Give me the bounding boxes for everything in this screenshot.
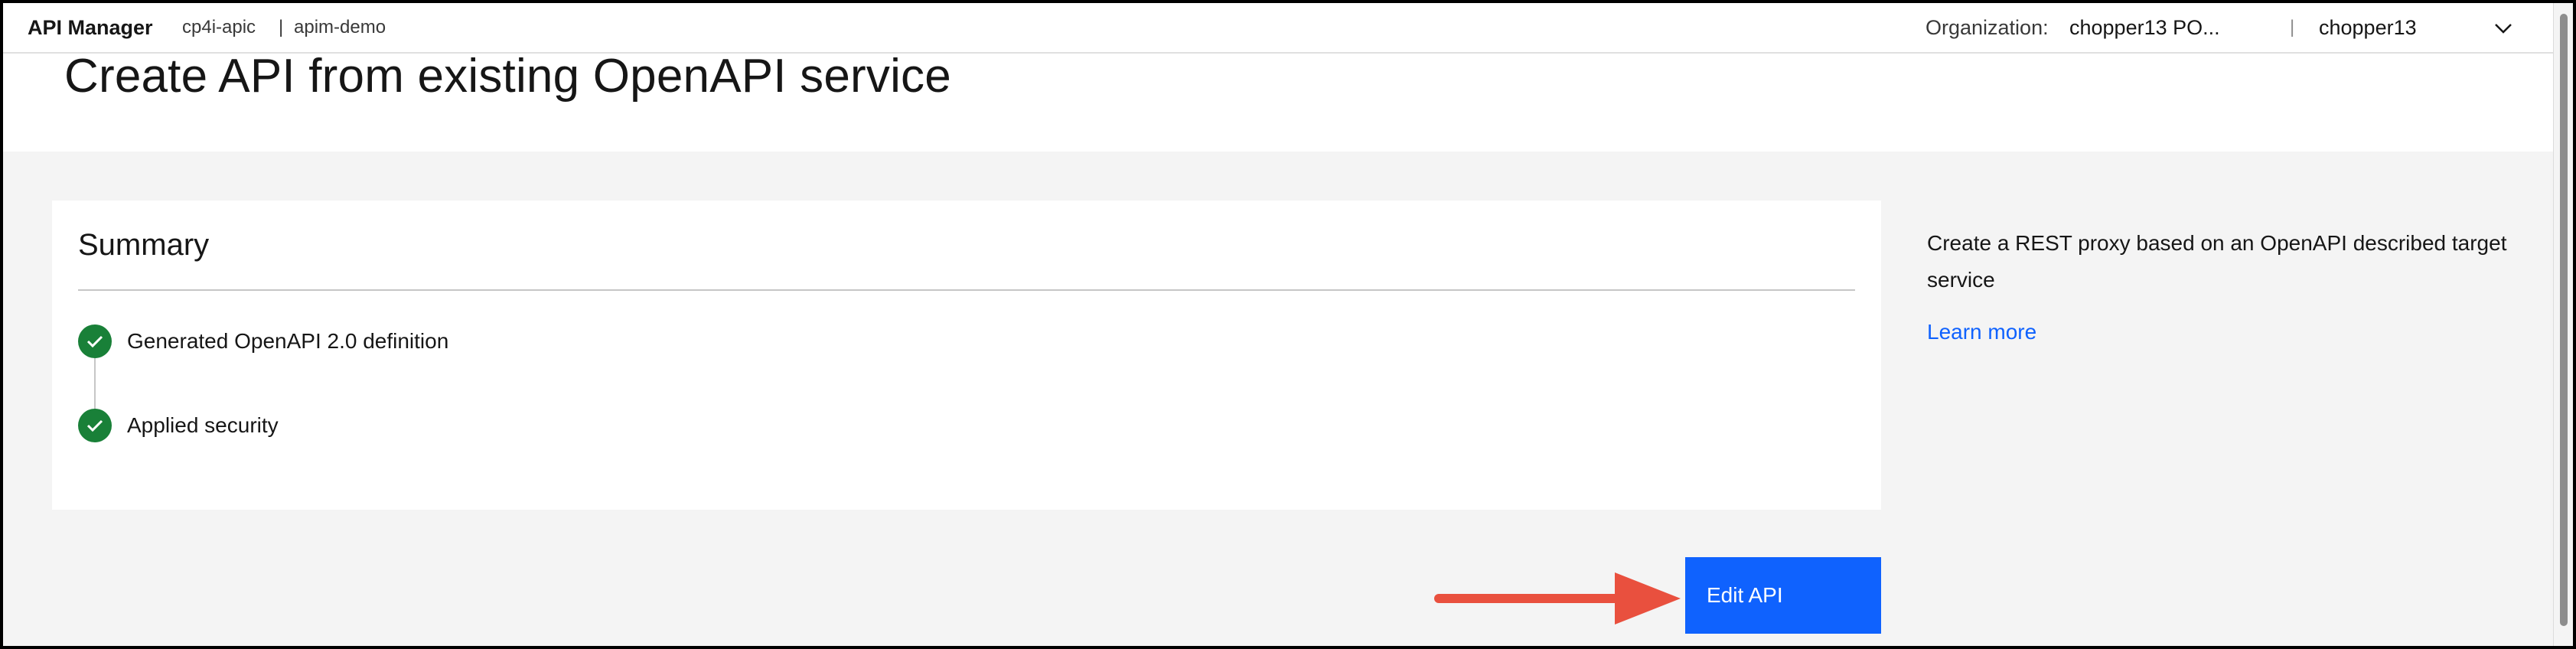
page-title: Create API from existing OpenAPI service <box>64 50 951 103</box>
breadcrumb-catalog[interactable]: cp4i-apic <box>182 17 256 38</box>
summary-title: Summary <box>78 228 210 262</box>
summary-step: Generated OpenAPI 2.0 definition <box>78 324 448 358</box>
arrow-right-icon <box>1434 572 1681 625</box>
page-header: Create API from existing OpenAPI service <box>3 50 2553 152</box>
organization-label: Organization: <box>1925 15 2049 39</box>
checkmark-icon <box>78 409 112 442</box>
breadcrumb-separator: | <box>279 17 284 38</box>
scrollbar-thumb[interactable] <box>2560 14 2568 626</box>
checkmark-icon <box>78 324 112 358</box>
app-window: API Manager cp4i-apic | apim-demo Organi… <box>3 3 2553 646</box>
edit-api-button[interactable]: Edit API <box>1685 557 1881 634</box>
app-name[interactable]: API Manager <box>28 16 153 40</box>
chevron-down-icon[interactable] <box>2493 20 2513 37</box>
top-navigation-bar: API Manager cp4i-apic | apim-demo Organi… <box>3 3 2553 54</box>
user-menu[interactable]: chopper13 <box>2319 16 2417 40</box>
step-label: Applied security <box>127 413 279 437</box>
summary-card: Summary Generated OpenAPI 2.0 definition… <box>52 201 1881 510</box>
step-label: Generated OpenAPI 2.0 definition <box>127 329 449 353</box>
vertical-scrollbar[interactable] <box>2553 3 2573 646</box>
summary-step: Applied security <box>78 409 279 442</box>
summary-divider <box>78 289 1855 291</box>
header-divider: | <box>2290 17 2295 38</box>
breadcrumb-instance[interactable]: apim-demo <box>294 17 386 38</box>
step-connector <box>94 358 96 409</box>
learn-more-link[interactable]: Learn more <box>1927 320 2036 344</box>
organization-selector[interactable]: chopper13 PO... <box>2069 16 2220 40</box>
help-description: Create a REST proxy based on an OpenAPI … <box>1927 231 2507 292</box>
